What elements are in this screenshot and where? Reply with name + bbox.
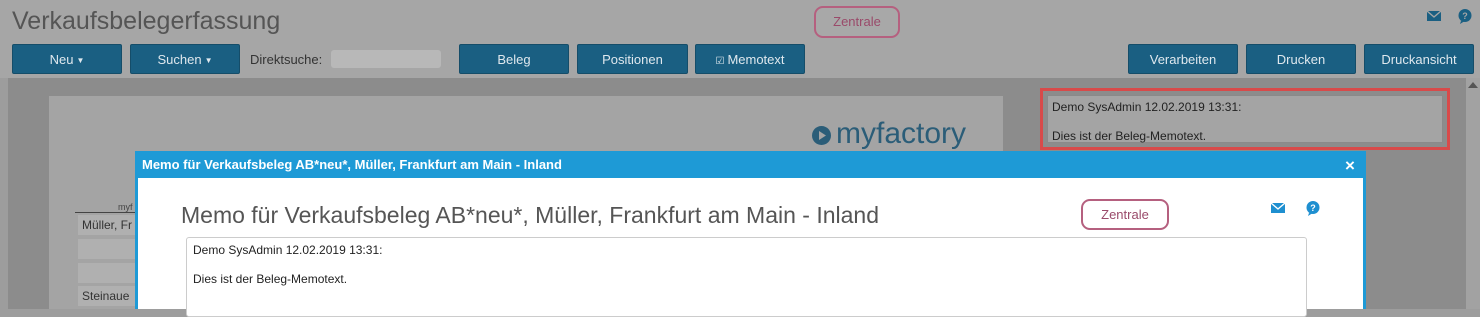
- scroll-up-arrow-icon[interactable]: [1468, 82, 1478, 88]
- dialog-heading: Memo für Verkaufsbeleg AB*neu*, Müller, …: [181, 202, 879, 228]
- new-button[interactable]: Neu ▼: [12, 44, 122, 74]
- chevron-down-icon: ▼: [76, 56, 85, 65]
- memo-text-editor[interactable]: Demo SysAdmin 12.02.2019 13:31: Dies ist…: [186, 237, 1307, 317]
- memo-text-line2: Dies ist der Beleg-Memotext.: [193, 272, 348, 286]
- dialog-title: Memo für Verkaufsbeleg AB*neu*, Müller, …: [142, 157, 562, 172]
- dialog-titlebar[interactable]: Memo für Verkaufsbeleg AB*neu*, Müller, …: [138, 154, 1363, 178]
- logo-text: myfactory: [836, 117, 967, 150]
- memotext-button-label: Memotext: [727, 52, 785, 67]
- memo-preview-line2: Dies ist der Beleg-Memotext.: [1052, 129, 1207, 143]
- address-header: myf: [118, 202, 133, 212]
- address-divider: [75, 212, 140, 213]
- play-circle-icon: [812, 126, 831, 145]
- memo-preview-highlight: Demo SysAdmin 12.02.2019 13:31: Dies ist…: [1040, 88, 1450, 150]
- page-title: Verkaufsbelegerfassung: [12, 7, 281, 35]
- memotext-button[interactable]: ☑ Memotext: [695, 44, 805, 74]
- help-icon[interactable]: ?: [1305, 200, 1321, 216]
- chevron-down-icon: ▼: [204, 56, 213, 65]
- vertical-scrollbar[interactable]: [1466, 78, 1480, 309]
- druckansicht-button[interactable]: Druckansicht: [1364, 44, 1474, 74]
- beleg-button[interactable]: Beleg: [459, 44, 569, 74]
- address-field-2[interactable]: [78, 239, 140, 259]
- close-icon[interactable]: ×: [1341, 154, 1359, 178]
- direktsuche-input[interactable]: [331, 50, 441, 68]
- address-field-3[interactable]: [78, 263, 140, 283]
- memo-dialog: Memo für Verkaufsbeleg AB*neu*, Müller, …: [135, 151, 1366, 317]
- search-menu-button[interactable]: Suchen ▼: [130, 44, 240, 74]
- drucken-button[interactable]: Drucken: [1246, 44, 1356, 74]
- direktsuche-label: Direktsuche:: [250, 52, 323, 67]
- memo-check-icon: ☑: [715, 56, 725, 67]
- memo-text-line1: Demo SysAdmin 12.02.2019 13:31:: [193, 243, 383, 257]
- dialog-zentrale-badge[interactable]: Zentrale: [1081, 199, 1169, 230]
- memo-preview-box[interactable]: Demo SysAdmin 12.02.2019 13:31: Dies ist…: [1047, 95, 1443, 143]
- search-button-label: Suchen: [157, 52, 202, 67]
- address-field-name[interactable]: Müller, Fr: [78, 215, 140, 235]
- verarbeiten-button[interactable]: Verarbeiten: [1128, 44, 1238, 74]
- new-button-label: Neu: [49, 52, 74, 67]
- zentrale-badge[interactable]: Zentrale: [814, 6, 900, 38]
- mail-icon[interactable]: [1426, 8, 1442, 24]
- help-icon[interactable]: ?: [1457, 8, 1473, 24]
- positionen-button[interactable]: Positionen: [577, 44, 688, 74]
- memo-preview-line1: Demo SysAdmin 12.02.2019 13:31:: [1052, 100, 1242, 114]
- address-field-street[interactable]: Steinaue: [78, 286, 140, 306]
- svg-text:?: ?: [1310, 203, 1316, 213]
- svg-text:?: ?: [1462, 11, 1468, 21]
- mail-icon[interactable]: [1270, 200, 1286, 216]
